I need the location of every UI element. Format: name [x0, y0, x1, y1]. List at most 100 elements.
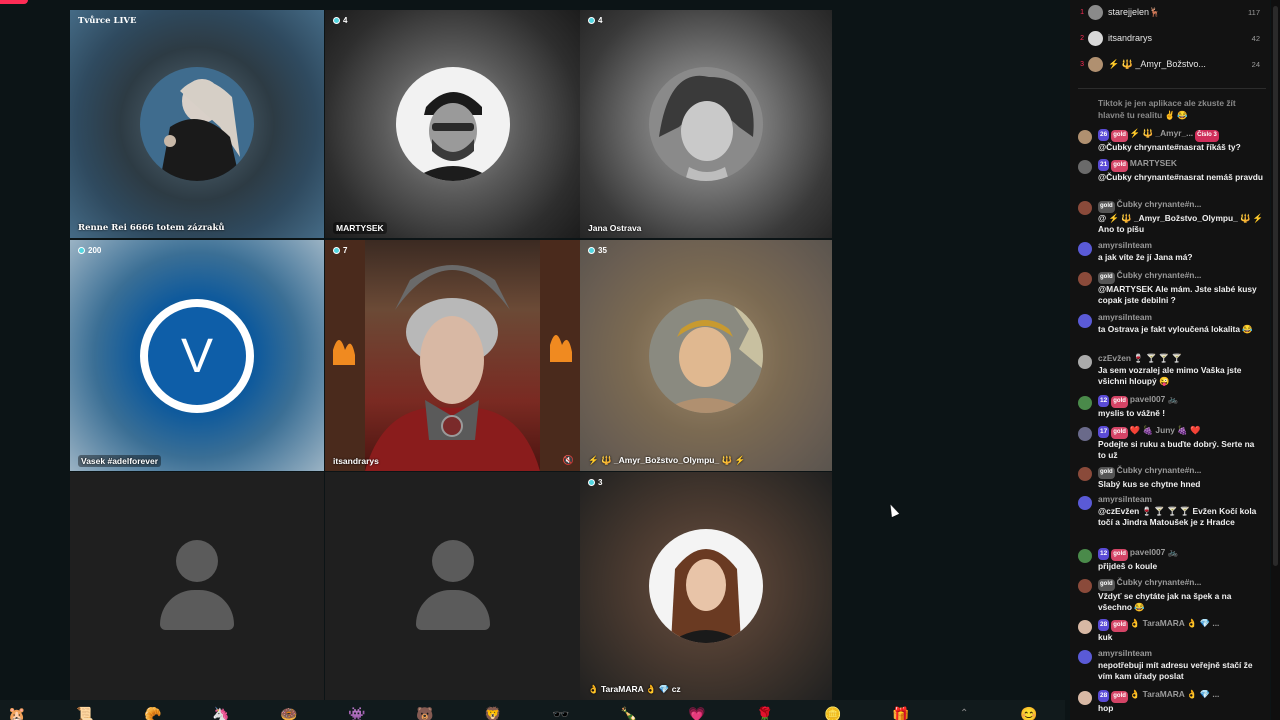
chat-message[interactable]: amyrsilnteam ta Ostrava je fakt vyloučená… [1078, 312, 1264, 335]
ranking-row[interactable]: 1 starejjelen🦌 117 [1070, 0, 1270, 24]
gift-item-15[interactable]: 😊 [1020, 707, 1037, 720]
chat-message[interactable]: 28 gold 👌 TaraMARA 👌 💎 ... hop [1078, 689, 1264, 714]
ranking-row[interactable]: 2 itsandrarys 42 [1070, 26, 1270, 50]
guest-tile-host[interactable]: Tvůrce LIVE Renne Rei 6666 totem zázraků [70, 10, 324, 238]
ranking-row[interactable]: 3 ⚡ 🔱 _Amyr_Božstvo... 24 [1070, 52, 1270, 76]
guest-name-label: Renne Rei 6666 totem zázraků [78, 223, 225, 233]
chat-username[interactable]: 28 gold 👌 TaraMARA 👌 💎 ... [1098, 618, 1264, 632]
chat-username[interactable]: amyrsilnteam [1098, 240, 1264, 252]
guest-tile-amyr[interactable]: 35 ⚡ 🔱 _Amyr_Božstvo_Olympu_ 🔱 ⚡ [580, 240, 832, 471]
chat-message[interactable]: 21 gold MARTYSEK @Čubky chrynante#nasrat ne… [1078, 158, 1264, 183]
gift-item-5[interactable]: 👾 [348, 707, 365, 720]
chat-text: a jak víte že jí Jana má? [1098, 251, 1193, 262]
chat-username[interactable]: 12 gold pavel007 🚲 [1098, 394, 1264, 408]
divider [1078, 88, 1266, 89]
avatar [1078, 396, 1092, 410]
guest-tile-martysek[interactable]: 4 MARTYSEK [325, 10, 580, 238]
empty-guest-slot[interactable] [325, 472, 580, 700]
chat-username[interactable]: gold Čubky chrynante#n... [1098, 465, 1264, 479]
guest-avatar [395, 67, 510, 181]
chat-text: nepotřebuji mít adresu veřejně stačí že … [1098, 659, 1253, 682]
chat-message[interactable]: 26 gold ⚡ 🔱 _Amyr_... Číslo 3 @Čubky chrynan… [1078, 128, 1264, 153]
chat-text: @czEvžen 🍷 🍸 🍸 🍸 Evžen Kočí kola točí a … [1098, 505, 1257, 528]
gift-item-4[interactable]: 🍩 [280, 707, 297, 720]
gift-item-13[interactable]: 🎁 [892, 707, 909, 720]
gift-item-11[interactable]: 🌹 [756, 707, 773, 720]
chat-message[interactable]: czEvžen 🍷 🍸 🍸 🍸 Ja sem vozralej ale mimo … [1078, 353, 1264, 388]
guest-tile-jana-ostrava[interactable]: 4 Jana Ostrava [580, 10, 832, 238]
avatar [1078, 579, 1092, 593]
gift-item-8[interactable]: 🕶️ [552, 707, 569, 720]
gift-item-2[interactable]: 🥐 [144, 707, 161, 720]
chat-message[interactable]: amyrsilnteam a jak víte že jí Jana má? [1078, 240, 1264, 263]
avatar [1088, 4, 1103, 20]
level-badge: 12 [1098, 548, 1110, 560]
gift-item-6[interactable]: 🐻 [416, 707, 433, 720]
tiktok-live-multiguest-screen: Tvůrce LIVE Renne Rei 6666 totem zázraků… [0, 0, 1280, 720]
chat-username[interactable]: amyrsilnteam [1098, 648, 1264, 660]
video-frame [325, 240, 580, 471]
chat-scrollbar[interactable] [1271, 0, 1280, 720]
chat-username[interactable]: 26 gold ⚡ 🔱 _Amyr_... Číslo 3 [1098, 128, 1264, 142]
chat-message[interactable]: amyrsilnteam nepotřebuji mít adresu veřej… [1078, 648, 1264, 683]
guest-tile-vasek[interactable]: 200 V Vasek #adelforever [70, 240, 324, 471]
guest-name-label: Vasek #adelforever [78, 455, 162, 467]
chat-message[interactable]: 12 gold pavel007 🚲 přijdeš o koule [1078, 547, 1264, 572]
gift-item-9[interactable]: 🍾 [620, 707, 637, 720]
level-badge: 12 [1098, 395, 1110, 407]
chat-username-text: amyrsilnteam [1098, 494, 1152, 504]
viewer-count-badge: 7 [333, 246, 347, 255]
chat-username[interactable]: 12 gold pavel007 🚲 [1098, 547, 1264, 561]
avatar [1078, 160, 1092, 174]
chat-message[interactable]: gold Čubky chrynante#n... @MARTYSEK Ale má… [1078, 270, 1264, 307]
gift-item-10[interactable]: 💗 [688, 707, 705, 720]
avatar [1078, 242, 1092, 256]
gold-badge: gold [1111, 549, 1128, 561]
chat-text: Ja sem vozralej ale mimo Vaška jste všic… [1098, 364, 1242, 387]
gold-badge: gold [1111, 396, 1128, 408]
gift-item-3[interactable]: 🦄 [212, 707, 229, 720]
gold-badge: gold [1098, 467, 1115, 479]
chat-message[interactable]: gold Čubky chrynante#n... Slabý kus se chy… [1078, 465, 1264, 490]
avatar [1078, 549, 1092, 563]
chat-message[interactable]: amyrsilnteam @czEvžen 🍷 🍸 🍸 🍸 Evžen Kočí … [1078, 494, 1264, 529]
chat-message[interactable]: 12 gold pavel007 🚲 myslis to vážně ! [1078, 394, 1264, 419]
letter-avatar: V [140, 299, 254, 413]
chat-text: @Čubky chrynante#nasrat říkáš ty? [1098, 141, 1241, 152]
chat-username[interactable]: gold Čubky chrynante#n... [1098, 270, 1264, 284]
chat-username[interactable]: czEvžen 🍷 🍸 🍸 🍸 [1098, 353, 1264, 365]
level-badge: 28 [1098, 690, 1110, 702]
avatar [1078, 427, 1092, 441]
empty-guest-slot[interactable] [70, 472, 324, 700]
chat-text: Vždyť se chytáte jak na špek a na všechn… [1098, 590, 1232, 613]
chat-message[interactable]: gold Čubky chrynante#n... Vždyť se chytáte… [1078, 577, 1264, 614]
gold-badge: gold [1111, 160, 1128, 172]
chat-message[interactable]: gold Čubky chrynante#n... @ ⚡ 🔱 _Amyr_Božs… [1078, 199, 1264, 236]
chat-username[interactable]: 28 gold 👌 TaraMARA 👌 💎 ... [1098, 689, 1264, 703]
chat-text: Podejte si ruku a buďte dobrý. Serte na … [1098, 438, 1255, 461]
chat-message[interactable]: 17 gold ❤️ 🍇 Juny 🍇 ❤️ Podejte si ruku a bu… [1078, 425, 1264, 462]
chat-message[interactable]: 28 gold 👌 TaraMARA 👌 💎 ... kuk [1078, 618, 1264, 643]
chat-username[interactable]: amyrsilnteam [1098, 494, 1264, 506]
chat-username[interactable]: gold Čubky chrynante#n... [1098, 577, 1264, 591]
chat-username[interactable]: 21 gold MARTYSEK [1098, 158, 1264, 172]
gift-item-7[interactable]: 🦁 [484, 707, 501, 720]
viewer-count-badge: 35 [588, 246, 607, 255]
chat-username-text: Čubky chrynante#n... [1116, 199, 1202, 209]
guest-tile-itsandrarys[interactable]: 7 itsandrarys 🔇 [325, 240, 580, 471]
chat-username[interactable]: 17 gold ❤️ 🍇 Juny 🍇 ❤️ [1098, 425, 1264, 439]
gift-item-1[interactable]: 📜 [76, 707, 93, 720]
viewer-icon [588, 247, 595, 254]
avatar [1078, 201, 1092, 215]
viewer-icon [588, 479, 595, 486]
chevron-up-icon[interactable]: ⌃ [960, 707, 968, 720]
chat-username[interactable]: amyrsilnteam [1098, 312, 1264, 324]
viewer-icon [333, 247, 340, 254]
chat-username[interactable]: gold Čubky chrynante#n... [1098, 199, 1264, 213]
chat-message[interactable]: Tiktok je jen aplikace ale zkuste žít hl… [1078, 98, 1264, 121]
viewer-count-badge: 4 [588, 16, 602, 25]
gift-item-0[interactable]: 🐹 [8, 707, 25, 720]
guest-tile-taramara[interactable]: 3 👌 TaraMARA 👌 💎 cz [580, 472, 832, 700]
guest-name-label: Jana Ostrava [588, 223, 642, 233]
gift-item-12[interactable]: 🪙 [824, 707, 841, 720]
